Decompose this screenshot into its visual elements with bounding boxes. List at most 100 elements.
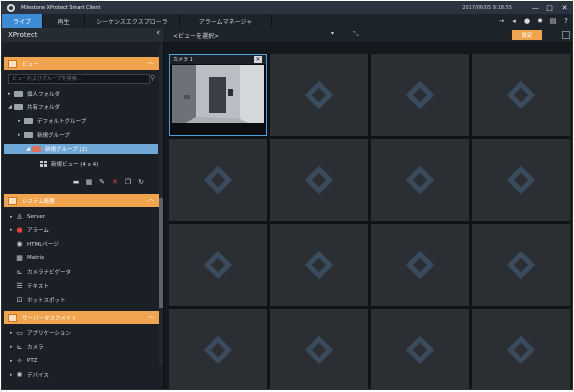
overview-item-text[interactable]: ☰ テキスト [16,281,150,291]
server-tasks-section-title: サーバータスクメイト [22,315,77,322]
tree-item-shared[interactable]: ◢ 共有フォルダ [8,102,156,112]
system-overview-section-header[interactable]: システム概要 ︿ [4,194,159,207]
overview-item-label: テキスト [27,284,49,290]
empty-view-cell[interactable] [169,309,267,389]
tree-item-new-group-2[interactable]: ◢ 新規グループ (2) [4,144,158,154]
empty-view-cell[interactable] [270,139,368,221]
overview-item-server[interactable]: ▸ ♙ Server [10,212,150,222]
chevron-up-icon[interactable]: ︿ [148,314,154,320]
empty-view-cell[interactable] [371,54,469,136]
tree-item-private[interactable]: ▸ 個人フォルダ [8,89,156,99]
tree-item-label: 新規ビュー (4 x 4) [51,162,99,168]
view-search-input[interactable]: ビューおよびグループを検索... [8,74,150,84]
camera-video-feed[interactable] [172,65,264,131]
empty-slot-logo-icon [203,335,233,365]
overview-item-camera-navigator[interactable]: ⊾ カメラナビゲータ [16,267,150,277]
empty-slot-logo-icon [506,80,536,110]
task-item-device[interactable]: ▸ ✺ デバイス [10,370,150,380]
maximize-button[interactable]: □ [543,3,556,13]
info-icon[interactable]: ● [523,17,531,25]
tab-playback[interactable]: 再生 [43,14,85,28]
views-section-title: ビュー [22,61,39,68]
tab-alarm-manager[interactable]: アラームマネージャ [180,14,272,28]
empty-view-cell[interactable] [371,139,469,221]
matrix-icon: ▦ [16,253,23,262]
folder-icon [14,91,23,97]
empty-view-cell[interactable] [371,224,469,306]
minimize-button[interactable]: — [529,3,542,13]
settings-icon[interactable]: ✹ [536,17,544,25]
link-icon[interactable]: ⤡ [353,31,359,38]
task-item-ptz[interactable]: ▸ ✧ PTZ [10,356,150,366]
empty-slot-logo-icon [304,80,334,110]
collapse-pane-icon[interactable]: ‹ [156,29,160,38]
arrow-icon[interactable]: ◂ [510,17,518,25]
empty-slot-logo-icon [203,250,233,280]
empty-slot-logo-icon [304,250,334,280]
close-window-button[interactable]: ✕ [558,3,571,13]
chevron-up-icon[interactable]: ︿ [148,60,154,66]
tree-item-label: 共有フォルダ [27,105,61,111]
search-icon[interactable]: ⚲ [150,75,158,83]
milestone-logo-icon [7,4,15,12]
empty-slot-logo-icon [405,250,435,280]
task-item-camera[interactable]: ▸ ⊾ カメラ [10,342,150,352]
empty-view-cell[interactable] [169,139,267,221]
setup-button[interactable]: 設定 [512,30,542,40]
tab-sequence-explorer[interactable]: シーケンスエクスプローラ [85,14,180,28]
overview-item-html[interactable]: ◉ HTMLページ [16,239,150,249]
close-camera-icon[interactable]: ✕ [254,56,262,63]
overview-item-hotspot[interactable]: ⊡ ホットスポット [16,295,150,305]
empty-view-cell[interactable] [472,224,570,306]
delete-icon[interactable]: ✕ [111,178,119,186]
fullscreen-icon[interactable] [562,31,570,39]
empty-view-cell[interactable] [270,54,368,136]
device-icon: ✺ [16,370,23,379]
folder-icon [14,104,23,110]
overview-item-alarm[interactable]: ▸ ● アラーム [10,225,150,235]
empty-slot-logo-icon [506,165,536,195]
empty-view-cell[interactable] [472,54,570,136]
refresh-icon[interactable]: ↻ [137,178,145,186]
camera-scene [172,65,264,131]
overview-item-label: Matrix [27,255,45,261]
edit-icon[interactable]: ✎ [98,178,106,186]
tree-item-label: 新規グループ (2) [45,147,88,153]
new-view-icon[interactable]: ▦ [85,178,93,186]
camera-view-item[interactable]: カメラ 1 ✕ [169,54,267,136]
empty-slot-logo-icon [304,335,334,365]
server-icon: ♙ [16,212,23,221]
empty-view-cell[interactable] [371,309,469,389]
tab-live[interactable]: ライブ [2,14,43,28]
status-icon[interactable]: ▤ [549,17,557,25]
help-icon[interactable]: ? [562,17,570,25]
empty-slot-logo-icon [304,165,334,195]
share-icon[interactable]: ⇢ [497,17,505,25]
chevron-down-icon[interactable]: ▾ [331,31,334,37]
tree-item-label: デフォルトグループ [37,119,87,125]
hotspot-icon: ⊡ [16,295,23,304]
overview-item-matrix[interactable]: ▦ Matrix [16,253,150,263]
pane-scrollbar-thumb[interactable] [159,198,163,308]
tree-item-new-view[interactable]: 新規ビュー (4 x 4) [40,159,156,169]
view-selector[interactable]: <ビューを選択> [173,31,219,40]
empty-view-cell[interactable] [270,309,368,389]
system-overview-section-icon [8,196,17,205]
chevron-up-icon[interactable]: ︿ [148,197,154,203]
view-grid: カメラ 1 ✕ [169,54,570,389]
views-section-header[interactable]: ビュー ︿ [4,57,159,70]
new-group-icon[interactable]: ▬ [72,178,80,186]
server-tasks-section-header[interactable]: サーバータスクメイト ︿ [4,311,159,324]
server-tasks-section-icon [8,313,17,322]
copy-icon[interactable]: ❐ [124,178,132,186]
view-tools: ▬ ▦ ✎ ✕ ❐ ↻ [72,178,145,186]
empty-view-cell[interactable] [472,139,570,221]
empty-slot-logo-icon [405,335,435,365]
task-item-application[interactable]: ▸ ▭ アプリケーション [10,328,150,338]
pane-title: XProtect [8,31,38,39]
tree-item-new-group[interactable]: ▸ 新規グループ [18,130,156,140]
empty-view-cell[interactable] [270,224,368,306]
empty-view-cell[interactable] [472,309,570,389]
tree-item-default-group[interactable]: ▸ デフォルトグループ [18,116,156,126]
empty-view-cell[interactable] [169,224,267,306]
